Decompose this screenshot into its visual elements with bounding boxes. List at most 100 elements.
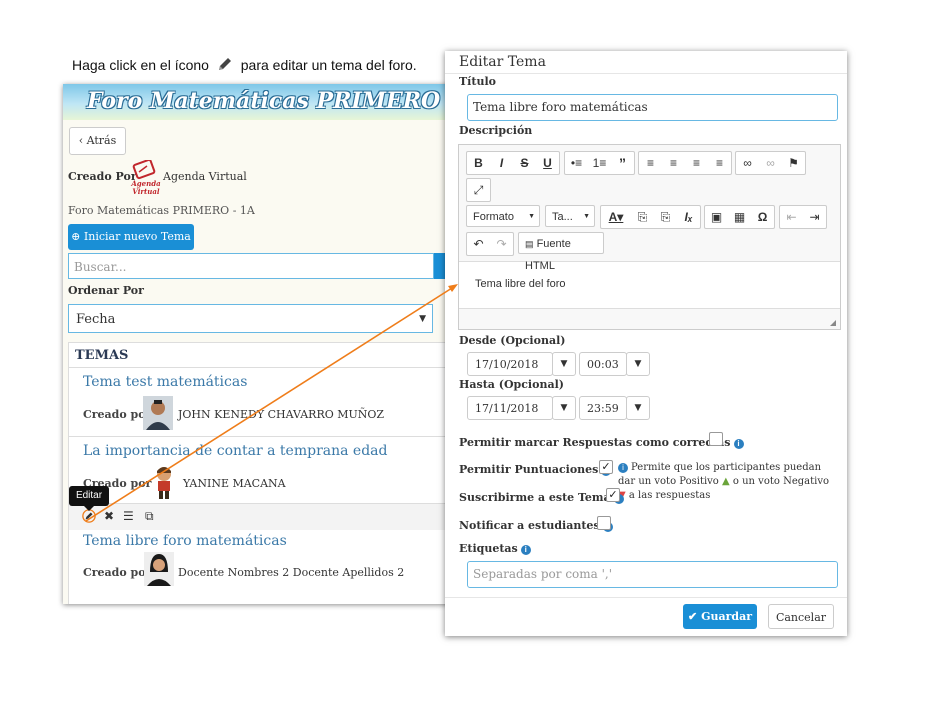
topic-title[interactable]: Tema test matemáticas bbox=[83, 374, 247, 390]
allow-correct-text: Permitir marcar Respuestas como correcta… bbox=[459, 436, 731, 449]
order-label: Ordenar Por bbox=[68, 284, 144, 297]
to-label: Hasta (Opcional) bbox=[459, 378, 564, 391]
paste-text-icon[interactable]: ⎘ bbox=[654, 206, 677, 228]
from-time-input[interactable]: 00:03 bbox=[579, 352, 627, 376]
text-color-icon[interactable]: A▾ bbox=[601, 206, 631, 228]
unlink-icon[interactable]: ∞ bbox=[759, 152, 782, 174]
link-icon[interactable]: ∞ bbox=[736, 152, 759, 174]
underline-icon[interactable]: U bbox=[536, 152, 559, 174]
caret-down-icon[interactable]: ▼ bbox=[552, 396, 576, 420]
strikethrough-icon[interactable]: S bbox=[513, 152, 536, 174]
editor-content[interactable]: Tema libre del foro bbox=[475, 278, 566, 290]
allow-scores-checkbox[interactable]: ✓ bbox=[599, 460, 613, 474]
caret-down-icon[interactable]: ▼ bbox=[552, 352, 576, 376]
source-button[interactable]: ▤ Fuente HTML bbox=[518, 232, 604, 272]
chevron-left-icon: ‹ bbox=[78, 134, 84, 147]
numbered-list-icon[interactable]: 1≡ bbox=[588, 152, 611, 174]
subscribe-text: Suscribirme a este Tema bbox=[459, 491, 611, 504]
to-time-input[interactable]: 23:59 bbox=[579, 396, 627, 420]
topic-title[interactable]: Tema libre foro matemáticas bbox=[83, 533, 287, 549]
bold-icon[interactable]: B bbox=[467, 152, 490, 174]
undo-icon[interactable]: ↶ bbox=[467, 233, 490, 255]
avatar bbox=[144, 552, 174, 586]
notify-checkbox[interactable] bbox=[597, 516, 611, 530]
topics-header: TEMAS bbox=[75, 348, 129, 363]
allow-correct-label: Permitir marcar Respuestas como correcta… bbox=[459, 436, 744, 449]
align-left-icon[interactable]: ≡ bbox=[639, 152, 662, 174]
maximize-icon[interactable]: ⤢ bbox=[467, 179, 490, 201]
divider bbox=[445, 73, 847, 74]
topics-list: TEMAS Tema test matemáticas Creado por J… bbox=[68, 342, 453, 604]
logo-lettering: Agenda Virtual bbox=[131, 179, 161, 196]
indent-icon[interactable]: ⇥ bbox=[803, 206, 826, 228]
bullet-list-icon[interactable]: •≡ bbox=[565, 152, 588, 174]
avatar bbox=[157, 467, 171, 499]
tags-label: Etiquetas i bbox=[459, 542, 531, 555]
instruction-text: Haga click en el ícono para editar un te… bbox=[72, 56, 417, 75]
resize-handle-icon[interactable] bbox=[830, 320, 836, 326]
editor-toolbar: B I S U •≡ 1≡ ” ≡ ≡ ≡ ≡ ∞ ∞ ⚑ ⤢ Formato … bbox=[459, 145, 840, 272]
modal-title: Editar Tema bbox=[459, 54, 546, 70]
size-select[interactable]: Ta... ▼ bbox=[545, 205, 595, 227]
tags-input[interactable]: Separadas por coma ',' bbox=[467, 561, 838, 588]
caret-down-icon[interactable]: ▼ bbox=[626, 396, 650, 420]
from-date-input[interactable]: 17/10/2018 bbox=[467, 352, 553, 376]
save-label: Guardar bbox=[701, 610, 752, 623]
search-input[interactable]: Buscar... bbox=[68, 253, 434, 279]
edit-topic-modal: Editar Tema Título Tema libre foro matem… bbox=[445, 51, 847, 636]
maximize-group: ⤢ bbox=[466, 178, 491, 202]
to-date-input[interactable]: 17/11/2018 bbox=[467, 396, 553, 420]
topic-item[interactable]: La importancia de contar a temprana edad… bbox=[69, 436, 453, 504]
italic-icon[interactable]: I bbox=[490, 152, 513, 174]
align-justify-icon[interactable]: ≡ bbox=[708, 152, 731, 174]
breadcrumb: Foro Matemáticas PRIMERO - 1A bbox=[68, 204, 255, 217]
format-select[interactable]: Formato ▼ bbox=[466, 205, 540, 227]
topic-title[interactable]: La importancia de contar a temprana edad bbox=[83, 443, 388, 459]
align-center-icon[interactable]: ≡ bbox=[662, 152, 685, 174]
table-icon[interactable]: ▦ bbox=[728, 206, 751, 228]
flag-icon[interactable]: ⚑ bbox=[782, 152, 805, 174]
format-group: B I S U bbox=[466, 151, 560, 175]
order-select[interactable]: Fecha ▼ bbox=[68, 304, 433, 333]
notify-label: Notificar a estudiantesi bbox=[459, 519, 613, 532]
topic-author: YANINE MACANA bbox=[183, 477, 286, 490]
back-button[interactable]: ‹ Atrás bbox=[69, 127, 126, 155]
clear-format-icon[interactable]: Iₓ bbox=[677, 206, 700, 228]
creator-name: Agenda Virtual bbox=[163, 170, 247, 183]
special-char-icon[interactable]: Ω bbox=[751, 206, 774, 228]
divider bbox=[445, 597, 847, 598]
back-label: Atrás bbox=[86, 134, 117, 147]
copy-icon[interactable]: ⧉ bbox=[145, 509, 154, 524]
thumbs-up-icon: ▲ bbox=[722, 476, 730, 487]
outdent-icon[interactable]: ⇤ bbox=[780, 206, 803, 228]
image-icon[interactable]: ▣ bbox=[705, 206, 728, 228]
new-topic-button[interactable]: ⊕ Iniciar nuevo Tema bbox=[68, 224, 194, 250]
subscribe-checkbox[interactable]: ✓ bbox=[606, 488, 620, 502]
caret-down-icon: ▼ bbox=[528, 213, 535, 220]
topic-item[interactable]: Tema test matemáticas Creado por JOHN KE… bbox=[69, 367, 453, 437]
topic-item[interactable]: Tema libre foro matemáticas Creado por D… bbox=[69, 530, 453, 600]
rich-text-editor[interactable]: B I S U •≡ 1≡ ” ≡ ≡ ≡ ≡ ∞ ∞ ⚑ ⤢ Formato … bbox=[458, 144, 841, 330]
paste-icon[interactable]: ⎘ bbox=[631, 206, 654, 228]
caret-down-icon[interactable]: ▼ bbox=[626, 352, 650, 376]
title-input[interactable]: Tema libre foro matemáticas bbox=[467, 94, 838, 121]
info-icon: i bbox=[520, 545, 531, 555]
size-select-label: Ta... bbox=[552, 211, 573, 223]
align-right-icon[interactable]: ≡ bbox=[685, 152, 708, 174]
info-icon: i bbox=[733, 439, 744, 449]
allow-correct-checkbox[interactable] bbox=[709, 432, 723, 446]
redo-icon[interactable]: ↷ bbox=[490, 233, 513, 255]
list-icon[interactable]: ☰ bbox=[123, 509, 134, 523]
description-label: Descripción bbox=[459, 124, 533, 137]
subscribe-label: Suscribirme a este Temai bbox=[459, 491, 624, 504]
caret-down-icon: ▼ bbox=[419, 314, 426, 324]
title-label: Título bbox=[459, 75, 496, 88]
save-button[interactable]: ✔ Guardar bbox=[683, 604, 757, 629]
cancel-button[interactable]: Cancelar bbox=[768, 604, 834, 629]
insert-group: ▣ ▦ Ω bbox=[704, 205, 775, 229]
blockquote-icon[interactable]: ” bbox=[611, 152, 634, 174]
new-topic-label: Iniciar nuevo Tema bbox=[83, 230, 191, 243]
forum-panel: Foro Matemáticas PRIMERO - 1A ‹ Atrás Cr… bbox=[63, 84, 453, 604]
format-select-label: Formato bbox=[473, 211, 514, 223]
delete-icon[interactable]: ✖ bbox=[104, 509, 114, 523]
